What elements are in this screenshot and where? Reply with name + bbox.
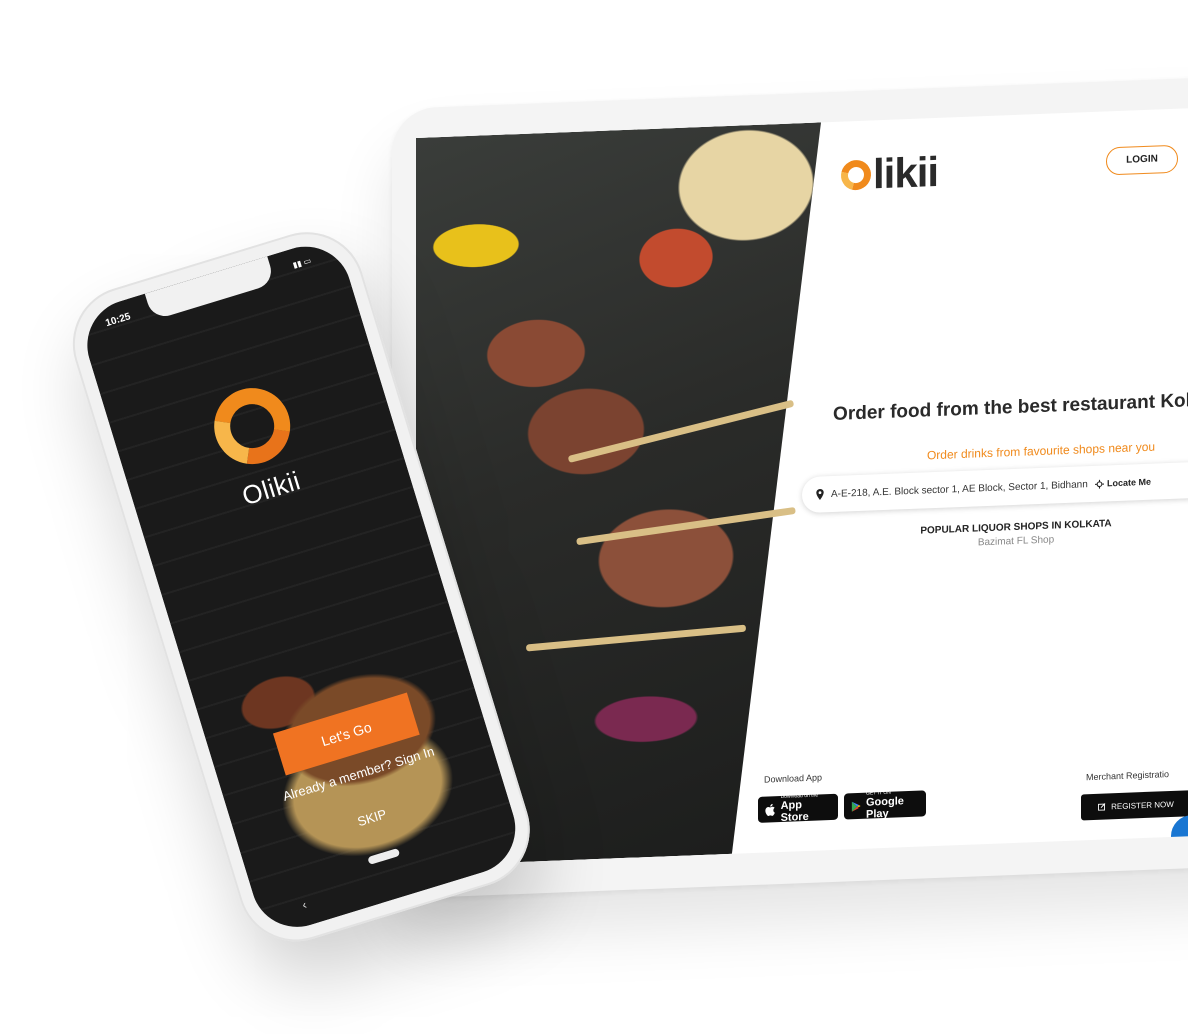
merchant-registration-label: Merchant Registratio (1086, 769, 1170, 783)
app-store-big-text: App Store (780, 799, 809, 824)
app-store-button[interactable]: Download on the App Store (758, 793, 838, 824)
google-play-icon (851, 801, 861, 812)
map-pin-icon (816, 488, 824, 500)
skip-button[interactable]: SKIP (240, 771, 505, 865)
login-button[interactable]: LOGIN (1106, 144, 1178, 176)
logo-ring-icon (835, 154, 877, 196)
phone-notch (144, 256, 276, 321)
register-now-label: REGISTER NOW (1111, 799, 1174, 811)
chat-widget-button[interactable] (1171, 814, 1188, 856)
home-indicator[interactable] (367, 847, 401, 865)
signal-battery-icon: ▮▮ ▭ (291, 255, 313, 270)
location-input[interactable]: A-E-218, A.E. Block sector 1, AE Block, … (831, 478, 1093, 500)
register-now-button[interactable]: REGISTER NOW (1081, 790, 1188, 821)
back-chevron-icon[interactable]: ‹ (300, 897, 308, 912)
olikii-logo-icon (198, 372, 306, 480)
apple-icon (765, 803, 775, 816)
google-play-button[interactable]: GET IT ON Google Play (844, 790, 926, 821)
crosshair-icon (1095, 479, 1104, 489)
status-time: 10:25 (104, 311, 132, 330)
hero-subtitle: Order drinks from favourite shops near y… (926, 439, 1156, 463)
logo-text: likii (873, 147, 939, 198)
location-search-bar[interactable]: A-E-218, A.E. Block sector 1, AE Block, … (802, 459, 1188, 514)
download-app-label: Download App (764, 772, 823, 785)
google-play-big-text: Google Play (866, 795, 904, 821)
olikii-logo[interactable]: likii (835, 147, 939, 200)
hero-title: Order food from the best restaurant Kolk… (833, 388, 1188, 425)
locate-me-button[interactable]: Locate Me (1107, 477, 1151, 489)
edit-icon (1098, 803, 1106, 811)
tablet-screen: likii LOGIN Order food from the best res… (416, 105, 1188, 866)
